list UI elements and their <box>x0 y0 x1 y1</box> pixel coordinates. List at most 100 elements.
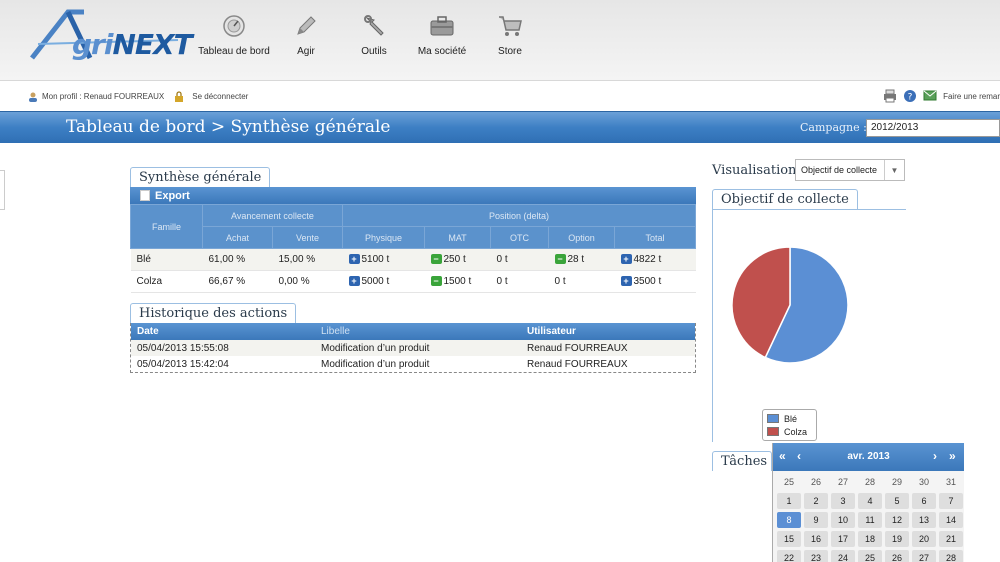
help-icon[interactable]: ? <box>903 89 917 103</box>
cell-date: 05/04/2013 15:42:04 <box>137 358 229 370</box>
calendar-day[interactable]: 14 <box>939 512 963 528</box>
col-position: Position (delta) <box>342 204 696 227</box>
last-page-icon[interactable]: » <box>949 449 956 463</box>
svg-text:?: ? <box>908 93 913 103</box>
calendar-day[interactable]: 31 <box>939 474 963 490</box>
nav-agir[interactable]: Agir <box>272 12 340 57</box>
col-option: Option <box>548 226 615 249</box>
taches-tab[interactable]: Tâches <box>712 451 772 471</box>
pie-chart <box>731 246 849 364</box>
calendar-day[interactable]: 26 <box>885 550 909 562</box>
calendar-day[interactable]: 26 <box>804 474 828 490</box>
calendar-day[interactable]: 16 <box>804 531 828 547</box>
cell-libelle: Modification d’un produit <box>315 340 521 356</box>
calendar: « ‹ avr. 2013 › » 25 26 27 28 29 30 31 1 2 3 4 5 6 7 8… <box>772 443 964 562</box>
nav-store[interactable]: Store <box>476 12 544 57</box>
cell-famille: Colza <box>130 270 203 293</box>
synthese-section: Export Famille Avancement collecte Posit… <box>130 187 696 293</box>
cell-achat: 61,00 % <box>202 248 273 271</box>
col-date[interactable]: Date <box>131 323 315 340</box>
calendar-day[interactable]: 28 <box>858 474 882 490</box>
plus-icon[interactable]: + <box>620 276 632 287</box>
calendar-day[interactable]: 27 <box>912 550 936 562</box>
calendar-day[interactable]: 27 <box>831 474 855 490</box>
profile-link[interactable]: Mon profil : Renaud FOURREAUX <box>42 92 164 101</box>
calendar-day[interactable]: 21 <box>939 531 963 547</box>
calendar-day[interactable]: 9 <box>804 512 828 528</box>
cell-date: 05/04/2013 15:55:08 <box>131 340 315 356</box>
col-libelle[interactable]: Libelle <box>315 323 521 340</box>
calendar-day[interactable]: 12 <box>885 512 909 528</box>
calendar-day[interactable]: 15 <box>777 531 801 547</box>
calendar-day[interactable]: 28 <box>939 550 963 562</box>
col-vente: Vente <box>272 226 343 249</box>
calendar-day[interactable]: 4 <box>858 493 882 509</box>
nav-label: Store <box>498 46 522 57</box>
dashboard-gauge-icon <box>223 15 245 37</box>
calendar-day[interactable]: 13 <box>912 512 936 528</box>
calendar-day[interactable]: 29 <box>885 474 909 490</box>
calendar-day[interactable]: 8 <box>777 512 801 528</box>
visualisation-value: Objectif de collecte <box>801 165 878 175</box>
calendar-day[interactable]: 25 <box>858 550 882 562</box>
plus-icon[interactable]: + <box>348 254 360 265</box>
table-row[interactable]: Colza 66,67 % 0,00 % +5000 t −1500 t 0 t… <box>130 270 696 293</box>
calendar-day[interactable]: 7 <box>939 493 963 509</box>
plus-icon[interactable]: + <box>620 254 632 265</box>
synthese-tab[interactable]: Synthèse générale <box>130 167 271 187</box>
cell-otc: 0 t <box>490 270 549 293</box>
calendar-grid: 25 26 27 28 29 30 31 1 2 3 4 5 6 7 8 9 10 11 12 13 14 15 16 17 1… <box>773 471 964 562</box>
pencil-icon <box>297 16 316 35</box>
calendar-day[interactable]: 23 <box>804 550 828 562</box>
calendar-day[interactable]: 6 <box>912 493 936 509</box>
minus-icon[interactable]: − <box>430 276 442 287</box>
next-month-icon[interactable]: › <box>933 449 937 463</box>
objectif-tab[interactable]: Objectif de collecte <box>712 189 858 209</box>
remark-link[interactable]: Faire une remar <box>943 92 1000 101</box>
feedback-icon[interactable] <box>923 89 937 103</box>
minus-icon[interactable]: − <box>554 254 566 265</box>
header-tools: ? Faire une remar <box>883 89 1000 103</box>
minus-icon[interactable]: − <box>430 254 442 265</box>
calendar-day[interactable]: 20 <box>912 531 936 547</box>
logout-link[interactable]: Se déconnecter <box>192 92 248 101</box>
calendar-day[interactable]: 2 <box>804 493 828 509</box>
campaign-select[interactable]: 2012/2013 <box>866 119 1000 137</box>
visualisation-select[interactable]: Objectif de collecte ▼ <box>795 159 905 181</box>
historique-section: Date Libelle Utilisateur 05/04/2013 15:5… <box>130 323 696 373</box>
nav-tableau-de-bord[interactable]: Tableau de bord <box>196 12 272 57</box>
agrinext-logo[interactable]: griNEXT <box>28 8 193 64</box>
plus-icon[interactable]: + <box>348 276 360 287</box>
col-famille: Famille <box>130 204 203 249</box>
calendar-day[interactable]: 5 <box>885 493 909 509</box>
calendar-day[interactable]: 11 <box>858 512 882 528</box>
table-row[interactable]: 05/04/2013 15:42:04 Modification d’un pr… <box>131 356 695 372</box>
col-utilisateur[interactable]: Utilisateur <box>521 323 695 340</box>
cell-vente: 15,00 % <box>272 248 343 271</box>
calendar-day[interactable]: 24 <box>831 550 855 562</box>
briefcase-icon <box>430 16 454 36</box>
top-bar: griNEXT Tableau de bord Agir Outils Ma s… <box>0 0 1000 80</box>
cell-option: 0 t <box>548 270 615 293</box>
nav-ma-societe[interactable]: Ma société <box>408 12 476 57</box>
calendar-day[interactable]: 22 <box>777 550 801 562</box>
calendar-day[interactable]: 17 <box>831 531 855 547</box>
calendar-day[interactable]: 1 <box>777 493 801 509</box>
nav-outils[interactable]: Outils <box>340 12 408 57</box>
table-row[interactable]: 05/04/2013 15:55:08 Modification d’un pr… <box>131 340 695 356</box>
historique-tab[interactable]: Historique des actions <box>130 303 297 323</box>
calendar-day[interactable]: 10 <box>831 512 855 528</box>
export-button[interactable]: Export <box>130 187 696 204</box>
cell-utilisateur: Renaud FOURREAUX <box>521 340 695 356</box>
calendar-day[interactable]: 30 <box>912 474 936 490</box>
synthese-table: Famille Avancement collecte Position (de… <box>130 204 696 293</box>
print-icon[interactable] <box>883 89 897 103</box>
side-collapse-handle[interactable] <box>0 170 5 210</box>
calendar-day[interactable]: 19 <box>885 531 909 547</box>
calendar-day[interactable]: 18 <box>858 531 882 547</box>
table-row[interactable]: Blé 61,00 % 15,00 % +5100 t −250 t 0 t −… <box>130 248 696 271</box>
calendar-day[interactable]: 3 <box>831 493 855 509</box>
calendar-day[interactable]: 25 <box>777 474 801 490</box>
chevron-down-icon[interactable]: ▼ <box>884 160 904 180</box>
wrench-icon <box>364 15 384 36</box>
